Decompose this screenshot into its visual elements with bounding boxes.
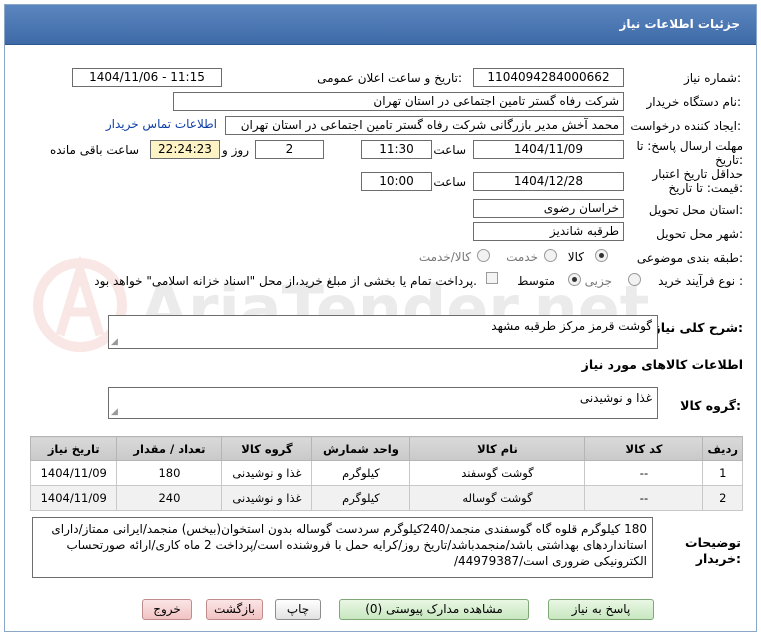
goods-group-field: غذا و نوشیدنی ◢ [108,387,658,419]
remaining-label: ساعت باقی مانده [49,143,139,157]
cell-row: 1 [702,460,743,486]
buyer-notes-field: 180 کیلوگرم قلوه گاه گوسفندی منجمد/240کی… [32,517,653,578]
description-text: گوشت قرمز مرکز طرقبه مشهد [491,319,652,333]
requester-field: محمد آخش مدیر بازرگانی شرکت رفاه گستر تا… [225,116,624,135]
process-option-medium: متوسط [517,274,555,288]
validity-time-field: 10:00 [361,172,432,191]
category-label: طبقه بندی موضوعی: [636,251,743,265]
process-radio-medium[interactable] [568,273,581,286]
respond-button[interactable]: پاسخ به نیاز [548,599,654,620]
process-radio-minor[interactable] [628,273,641,286]
deadline-time-label: ساعت [433,143,466,157]
cell-unit: کیلوگرم [311,460,411,486]
category-option-goods: کالا [567,250,584,264]
goods-table: ردیف کد کالا نام کالا واحد شمارش گروه کا… [29,436,743,511]
treasury-checkbox[interactable] [486,272,498,284]
cell-code: -- [584,485,704,511]
col-header-group: گروه کالا [221,436,313,461]
description-field: گوشت قرمز مرکز طرقبه مشهد ◢ [108,315,658,349]
panel-title: جزئیات اطلاعات نیاز [619,17,740,31]
treasury-note: پرداخت تمام یا بخشی از مبلغ خرید،از محل … [94,274,477,288]
col-header-row: ردیف [702,436,743,461]
table-row[interactable]: 1 -- گوشت گوسفند کیلوگرم غذا و نوشیدنی 1… [29,460,743,486]
col-header-date: تاریخ نیاز [29,436,118,461]
cell-name: گوشت گوسفند [409,460,586,486]
cell-row: 2 [702,485,743,511]
description-label: شرح کلی نیاز: [653,320,744,335]
validity-label-date: قیمت: تا تاریخ: [668,181,743,195]
city-field: طرقبه شاندیز [473,222,624,241]
cell-group: غذا و نوشیدنی [221,460,313,486]
announce-label: تاریخ و ساعت اعلان عمومی: [317,71,462,85]
buyer-org-label: نام دستگاه خریدار: [646,95,742,109]
validity-time-label: ساعت [433,175,466,189]
cell-date: 1404/11/09 [29,485,118,511]
print-button[interactable]: چاپ [275,599,321,620]
cell-qty: 180 [116,460,223,486]
announce-datetime-field: 1404/11/06 - 11:15 [72,68,222,87]
cell-group: غذا و نوشیدنی [221,485,313,511]
city-label: شهر محل تحویل: [656,227,743,241]
process-label: نوع فرآیند خرید : [658,274,743,288]
resize-grip-icon[interactable]: ◢ [111,338,118,347]
cell-date: 1404/11/09 [29,460,118,486]
requester-label: ایجاد کننده درخواست: [630,119,741,133]
cell-code: -- [584,460,704,486]
exit-button[interactable]: خروج [142,599,192,620]
deadline-date-field: 1404/11/09 [473,140,624,159]
province-label: استان محل تحویل: [648,203,743,217]
need-number-field: 1104094284000662 [473,68,624,87]
col-header-unit: واحد شمارش [311,436,411,461]
table-row[interactable]: 2 -- گوشت گوساله کیلوگرم غذا و نوشیدنی 2… [29,485,743,511]
goods-group-text: غذا و نوشیدنی [579,391,652,405]
view-attachments-button[interactable]: مشاهده مدارک پیوستی (0) [339,599,529,620]
need-number-label: شماره نیاز: [683,71,741,85]
category-radio-goods-service[interactable] [477,249,490,262]
cell-unit: کیلوگرم [311,485,411,511]
buyer-notes-label-2: خریدار: [695,551,741,566]
validity-date-field: 1404/12/28 [473,172,624,191]
goods-group-label: گروه کالا: [680,398,741,413]
col-header-qty: تعداد / مقدار [116,436,223,461]
validity-label: حداقل تاریخ اعتبار [652,167,743,181]
buyer-org-field: شرکت رفاه گستر تامین اجتماعی در استان ته… [173,92,624,111]
panel-header: جزئیات اطلاعات نیاز [5,5,756,45]
deadline-label: مهلت ارسال پاسخ: تا [636,139,743,153]
countdown-field: 22:24:23 [150,140,220,159]
cell-qty: 240 [116,485,223,511]
cell-name: گوشت گوساله [409,485,586,511]
category-option-goods-service: کالا/خدمت [418,250,471,264]
back-button[interactable]: بازگشت [206,599,263,620]
deadline-time-field: 11:30 [361,140,432,159]
deadline-label-date: تاریخ: [715,153,743,167]
goods-info-title: اطلاعات کالاهای مورد نیاز [581,357,743,372]
col-header-name: نام کالا [409,436,586,461]
category-option-service: خدمت [506,250,538,264]
buyer-notes-text: 180 کیلوگرم قلوه گاه گوسفندی منجمد/240کی… [51,522,647,568]
col-header-code: کد کالا [584,436,704,461]
days-and-label: روز و [222,143,249,157]
goods-table-header: ردیف کد کالا نام کالا واحد شمارش گروه کا… [29,436,743,461]
resize-grip-icon[interactable]: ◢ [111,408,118,417]
category-radio-goods[interactable] [595,249,608,262]
category-radio-service[interactable] [544,249,557,262]
province-field: خراسان رضوی [473,199,624,218]
process-option-minor: جزیی [584,274,612,288]
days-field: 2 [255,140,324,159]
buyer-contact-link[interactable]: اطلاعات تماس خریدار [106,117,217,131]
buyer-notes-label: توضیحات [685,535,741,550]
